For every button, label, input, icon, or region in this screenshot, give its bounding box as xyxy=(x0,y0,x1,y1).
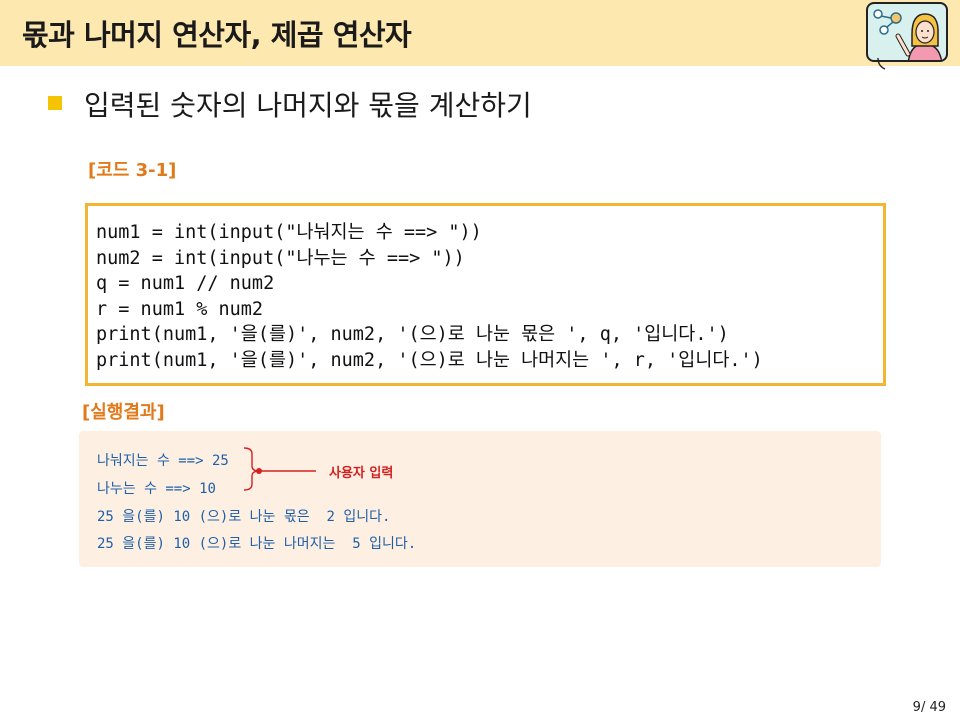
slide-subtitle: 입력된 숫자의 나머지와 몫을 계산하기 xyxy=(84,89,532,122)
code-line: print(num1, '을(를)', num2, '(으)로 나눈 나머지는 … xyxy=(96,349,763,371)
page-title: 몫과 나머지 연산자, 제곱 연산자 xyxy=(22,18,412,52)
code-line: num1 = int(input("나눠지는 수 ==> ")) xyxy=(96,222,482,243)
input-bracket-connector xyxy=(243,447,316,491)
code-line: q = num1 // num2 xyxy=(96,273,275,295)
code-line: print(num1, '을(를)', num2, '(으)로 나눈 몫은 ',… xyxy=(96,324,729,346)
result-line: 25 을(를) 10 (으)로 나눈 나머지는 5 입니다. xyxy=(97,536,417,552)
result-line: 나눠지는 수 ==> 25 xyxy=(97,453,229,469)
result-line: 나누는 수 ==> 10 xyxy=(97,481,216,497)
user-input-annotation: 사용자 입력 xyxy=(329,466,394,481)
code-label: [코드 3-1] xyxy=(88,160,177,181)
result-line: 25 을(를) 10 (으)로 나눈 몫은 2 입니다. xyxy=(97,509,391,525)
bullet-icon xyxy=(48,96,62,110)
result-label: [실행결과] xyxy=(82,402,165,423)
code-line: r = num1 % num2 xyxy=(96,298,264,320)
code-line: num2 = int(input("나누는 수 ==> ")) xyxy=(96,247,465,269)
avatar-pointer-icon xyxy=(877,58,886,70)
presenter-avatar-icon xyxy=(866,2,948,62)
code-block: num1 = int(input("나눠지는 수 ==> ")) num2 = … xyxy=(85,203,886,386)
page-number: 9/ 49 xyxy=(912,700,946,715)
